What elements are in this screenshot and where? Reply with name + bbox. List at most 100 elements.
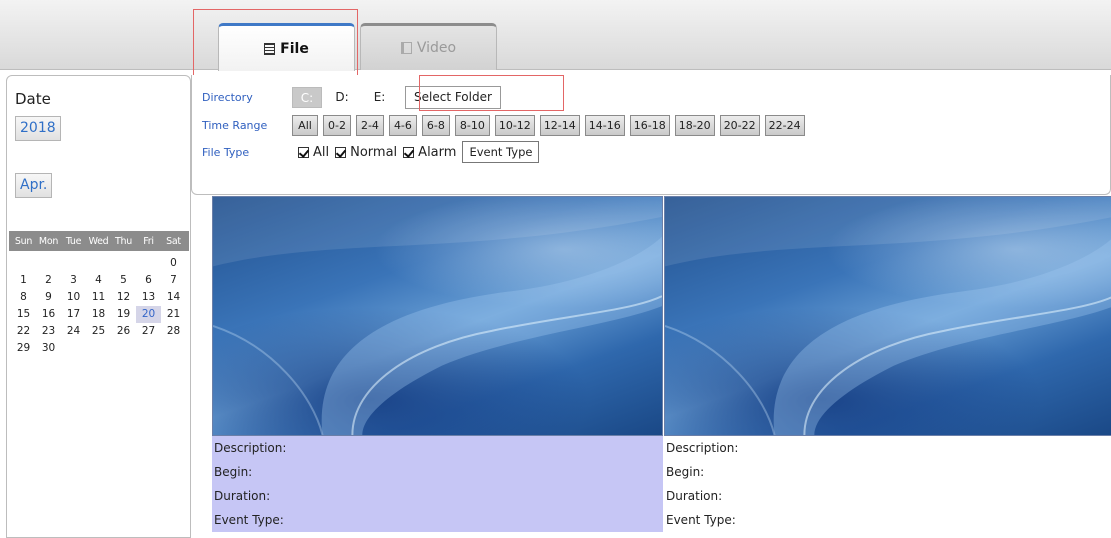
file-type-label: File Type: [202, 145, 250, 159]
calendar-day[interactable]: 22: [11, 323, 36, 340]
recording-info: Description: Begin: Duration: Event Type…: [664, 436, 1111, 532]
calendar-blank: [36, 255, 61, 272]
date-label: Date: [15, 90, 51, 108]
weekday-label: Fri: [143, 235, 154, 247]
calendar-days: 0 1 2 3 4 5 6 7 8 9 10 11 12 13 14 15 16 17 18 19 20 21 22 23 24…: [9, 255, 189, 357]
calendar-day[interactable]: 5: [111, 272, 136, 289]
time-range-buttons: All 0-2 2-4 4-6 6-8 8-10 10-12 12-14 14-16 16-18 1…: [292, 114, 805, 136]
calendar-day[interactable]: 26: [111, 323, 136, 340]
event-type-field: Event Type:: [214, 513, 284, 527]
date-panel: Date 2018 Apr. Sun Mon Tue Wed Thu Fri Sat 012…: [6, 75, 191, 538]
time-range-button[interactable]: 22-24: [764, 114, 805, 136]
file-browser-window: File Video Date 2018 Apr. Sun Mon Tue Wed Th…: [0, 0, 1111, 538]
duration-field: Duration:: [214, 489, 271, 503]
weekday-label: Wed: [88, 235, 109, 247]
calendar-day[interactable]: 10: [61, 289, 86, 306]
calendar-day[interactable]: 20: [136, 306, 161, 323]
calendar-day[interactable]: 2: [36, 272, 61, 289]
year-button[interactable]: 2018: [15, 116, 61, 141]
calendar-day[interactable]: 6: [136, 272, 161, 289]
drive-e-button[interactable]: E:: [362, 90, 397, 104]
calendar-day[interactable]: 27: [136, 323, 161, 340]
calendar-day[interactable]: 9: [36, 289, 61, 306]
calendar-day[interactable]: 23: [36, 323, 61, 340]
calendar-day[interactable]: 12: [111, 289, 136, 306]
recording-thumbnail[interactable]: [212, 196, 663, 436]
weekday-label: Mon: [38, 235, 59, 247]
calendar-day[interactable]: 11: [86, 289, 111, 306]
calendar: Sun Mon Tue Wed Thu Fri Sat 0 1 2 3 4 5 6 7 8 9 10 11 12 13…: [9, 231, 189, 357]
tab-video-label: Video: [416, 40, 457, 56]
description-field: Description:: [666, 441, 739, 455]
time-range-button[interactable]: 4-6: [388, 114, 417, 136]
time-range-button[interactable]: 8-10: [454, 114, 490, 136]
begin-field: Begin:: [214, 465, 253, 479]
calendar-day[interactable]: 24: [61, 323, 86, 340]
checkbox-checked-icon[interactable]: [403, 146, 415, 158]
calendar-day[interactable]: 15: [11, 306, 36, 323]
calendar-day[interactable]: 8: [11, 289, 36, 306]
wallpaper-graphic: [213, 197, 662, 435]
calendar-day[interactable]: 25: [86, 323, 111, 340]
directory-label: Directory: [202, 90, 253, 104]
calendar-day[interactable]: 4: [86, 272, 111, 289]
calendar-day[interactable]: 3: [61, 272, 86, 289]
tab-file[interactable]: File: [218, 23, 355, 71]
file-icon: [264, 42, 276, 55]
weekday-label: Thu: [115, 235, 132, 247]
month-button[interactable]: Apr.: [15, 173, 53, 198]
begin-field: Begin:: [666, 465, 705, 479]
calendar-blank: [11, 255, 36, 272]
wallpaper-graphic: [665, 197, 1111, 435]
event-type-field: Event Type:: [666, 513, 736, 527]
calendar-day[interactable]: 19: [111, 306, 136, 323]
time-range-button[interactable]: 20-22: [719, 114, 760, 136]
tab-file-label: File: [280, 40, 309, 57]
calendar-day[interactable]: 21: [161, 306, 186, 323]
calendar-day[interactable]: 18: [86, 306, 111, 323]
filter-panel: Directory C: D: E: Select Folder Time Ra…: [191, 75, 1111, 195]
directory-row: Directory C: D: E: Select Folder: [192, 85, 501, 109]
select-folder-button[interactable]: Select Folder: [405, 85, 501, 109]
time-range-button[interactable]: 14-16: [584, 114, 625, 136]
calendar-day[interactable]: 14: [161, 289, 186, 306]
recording-info: Description: Begin: Duration: Event Type…: [212, 436, 663, 532]
checkbox-checked-icon[interactable]: [298, 146, 309, 158]
calendar-day[interactable]: 13: [136, 289, 161, 306]
recording-card[interactable]: Description: Begin: Duration: Event Type…: [664, 196, 1111, 532]
calendar-day[interactable]: 1: [11, 272, 36, 289]
drive-c-button[interactable]: C:: [292, 86, 322, 108]
time-range-button[interactable]: 10-12: [494, 114, 535, 136]
calendar-day[interactable]: 17: [61, 306, 86, 323]
calendar-blank: [61, 255, 86, 272]
file-type-option-label: Normal: [350, 144, 398, 160]
calendar-blank: [111, 255, 136, 272]
time-range-button[interactable]: 18-20: [674, 114, 715, 136]
time-range-button[interactable]: All: [292, 114, 318, 136]
time-range-button[interactable]: 12-14: [539, 114, 580, 136]
description-field: Description:: [214, 441, 287, 455]
time-range-row: Time Range All 0-2 2-4 4-6 6-8 8-10 10-12 12-14…: [192, 114, 805, 136]
file-type-options: All Normal Alarm: [292, 145, 456, 160]
time-range-button[interactable]: 0-2: [323, 114, 351, 136]
file-type-option-label: All: [313, 144, 330, 160]
calendar-day[interactable]: 28: [161, 323, 186, 340]
weekday-label: Sun: [14, 235, 33, 247]
time-range-button[interactable]: 2-4: [355, 114, 384, 136]
calendar-day[interactable]: 7: [161, 272, 186, 289]
recording-card[interactable]: Description: Begin: Duration: Event Type…: [212, 196, 663, 532]
time-range-label: Time Range: [202, 118, 268, 132]
checkbox-checked-icon[interactable]: [335, 146, 347, 158]
tab-video[interactable]: Video: [360, 23, 497, 70]
calendar-day[interactable]: 16: [36, 306, 61, 323]
calendar-blank: [86, 255, 111, 272]
recording-thumbnail[interactable]: [664, 196, 1111, 436]
calendar-day[interactable]: 30: [36, 340, 61, 357]
calendar-day[interactable]: 0: [161, 255, 186, 272]
event-type-button[interactable]: Event Type: [462, 141, 540, 163]
drive-d-button[interactable]: D:: [322, 90, 362, 104]
time-range-button[interactable]: 6-8: [421, 114, 450, 136]
calendar-day[interactable]: 29: [11, 340, 36, 357]
time-range-button[interactable]: 16-18: [629, 114, 670, 136]
weekday-label: Sat: [166, 235, 181, 247]
